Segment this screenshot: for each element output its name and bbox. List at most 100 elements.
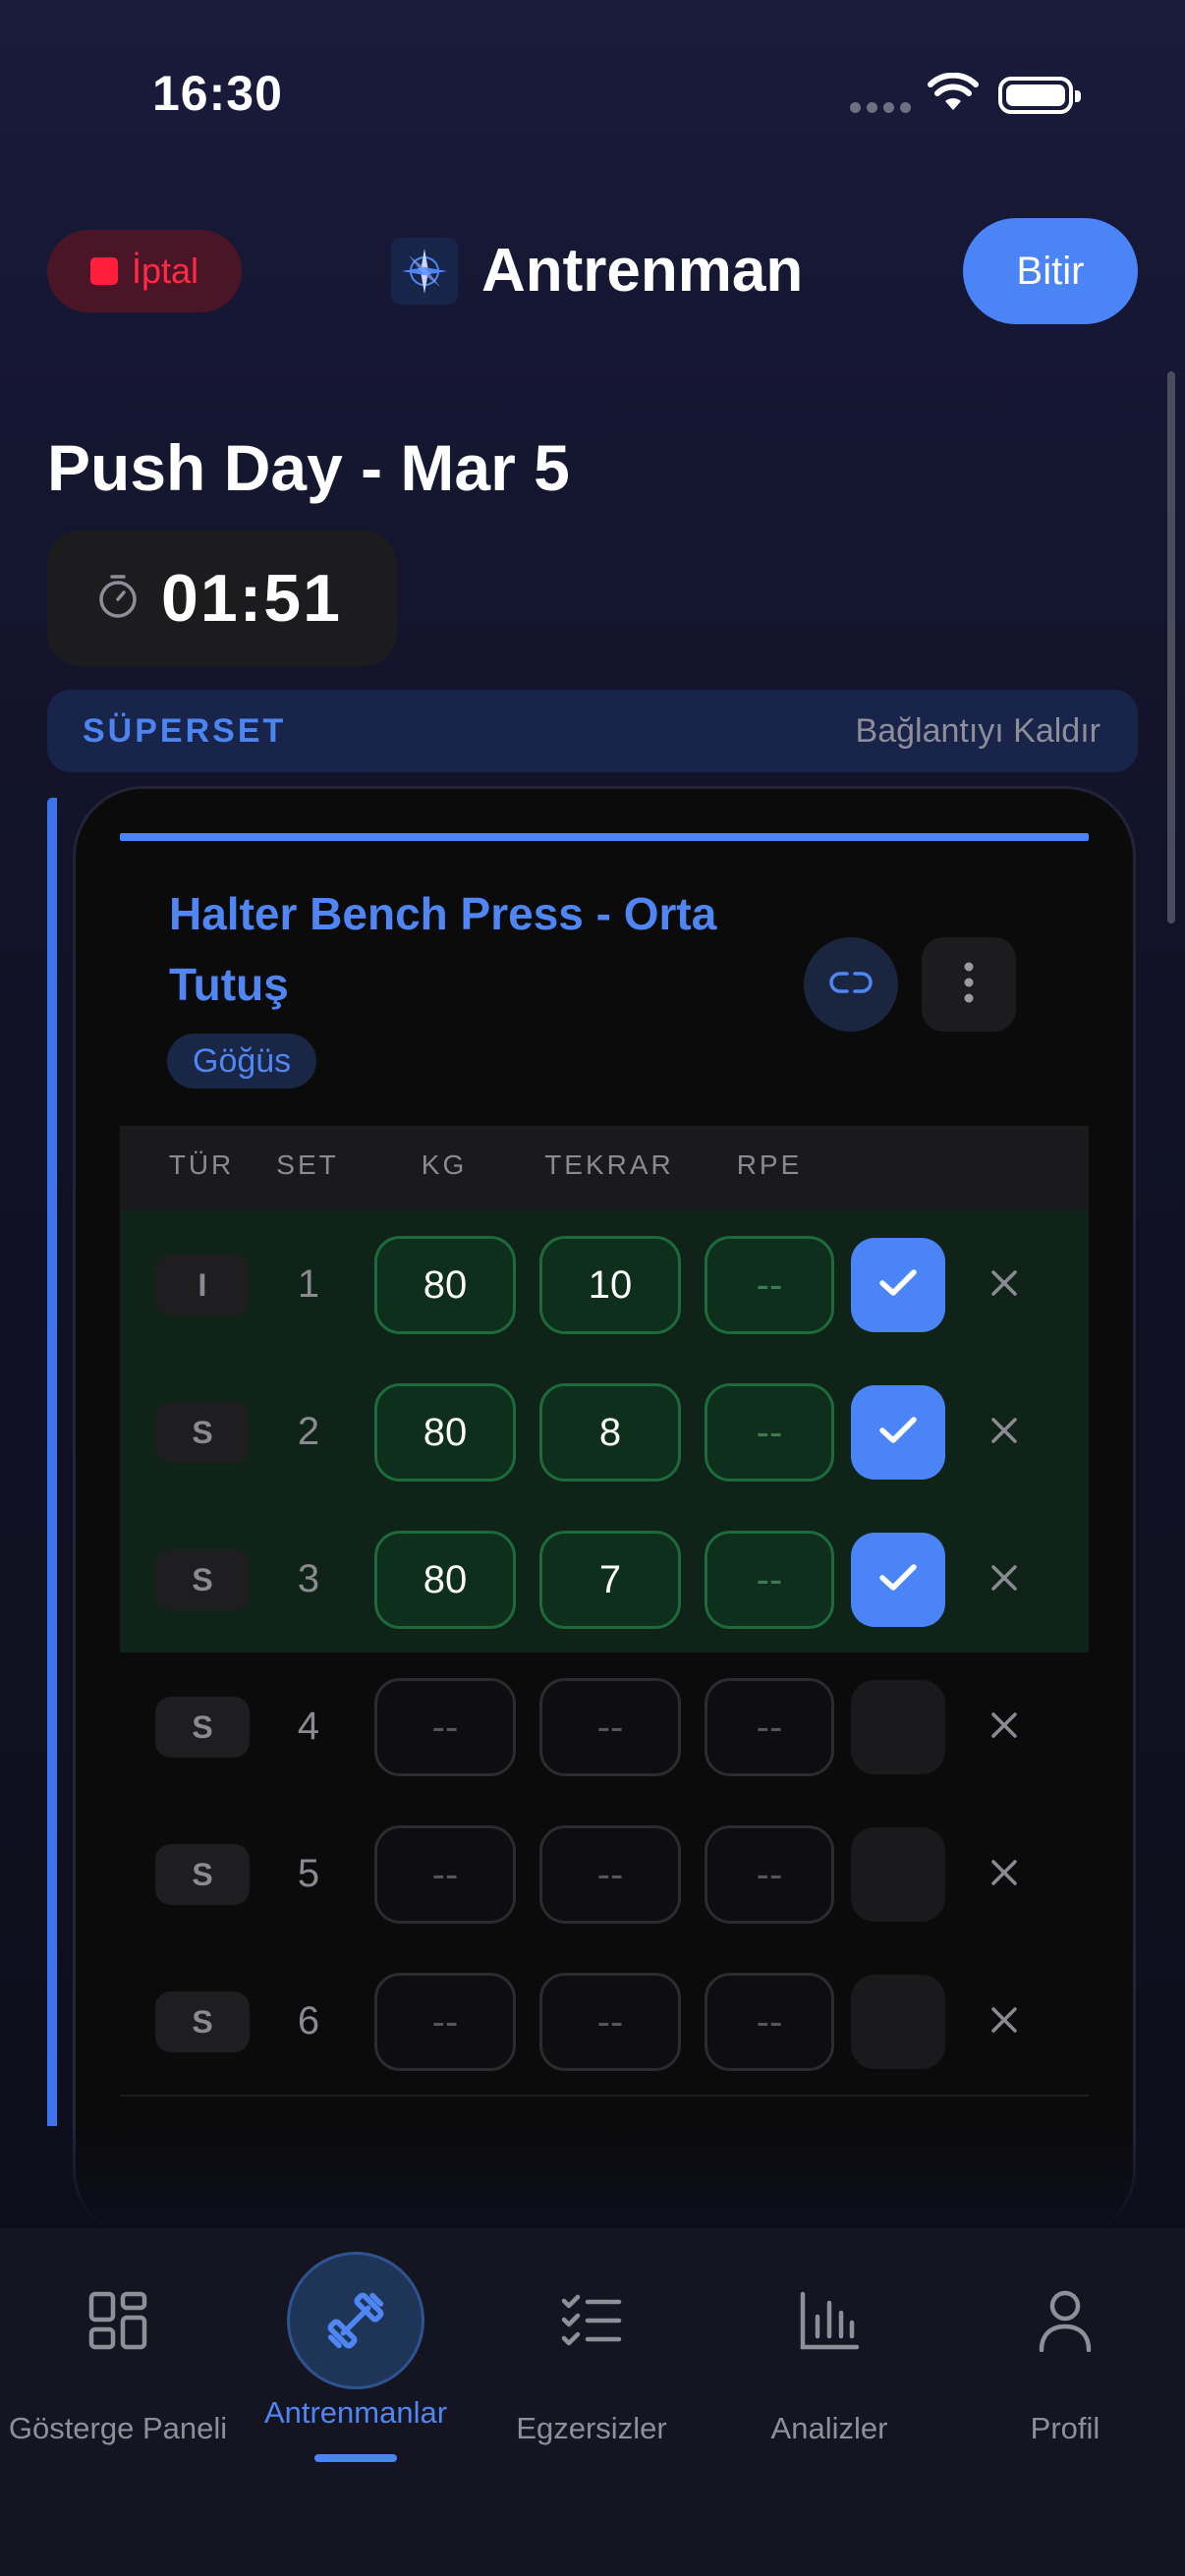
bar-chart-icon: [761, 2252, 898, 2389]
close-icon: [990, 1859, 1018, 1891]
timer-value: 01:51: [161, 561, 342, 636]
muscle-group-chip: Göğüs: [167, 1034, 317, 1089]
set-number: 3: [297, 1557, 320, 1600]
dashboard-icon: [49, 2252, 187, 2389]
complete-set-checkbox[interactable]: [851, 1533, 945, 1627]
unlink-button[interactable]: Bağlantıyı Kaldır: [856, 712, 1100, 751]
rpe-input[interactable]: --: [705, 1383, 834, 1482]
exercise-name[interactable]: Halter Bench Press - Orta Tutuş: [169, 878, 798, 1020]
battery-icon: [998, 77, 1081, 114]
tab-label: Antrenmanlar: [263, 2395, 448, 2430]
rpe-input[interactable]: --: [705, 1236, 834, 1334]
tab-label: Egzersizler: [516, 2411, 667, 2445]
kg-input[interactable]: --: [374, 1678, 516, 1776]
kg-input[interactable]: --: [374, 1973, 516, 2071]
cancel-button[interactable]: İptal: [47, 230, 242, 312]
nav-fade: [0, 2128, 1185, 2230]
app-logo-icon: [391, 238, 458, 305]
close-icon: [990, 2006, 1018, 2039]
column-reps: TEKRAR: [544, 1149, 674, 1180]
tab-label: Gösterge Paneli: [8, 2411, 228, 2445]
checklist-icon: [523, 2252, 660, 2389]
reps-input[interactable]: --: [539, 1973, 681, 2071]
reps-input[interactable]: --: [539, 1678, 681, 1776]
rpe-input[interactable]: --: [705, 1825, 834, 1924]
stop-icon: [89, 257, 118, 285]
tab-dashboard[interactable]: Gösterge Paneli: [0, 2252, 236, 2446]
delete-set-button[interactable]: [975, 1992, 1034, 2051]
column-type: TÜR: [168, 1149, 235, 1180]
status-time: 16:30: [152, 66, 283, 121]
kg-input[interactable]: 80: [374, 1236, 516, 1334]
set-type-chip[interactable]: S: [155, 1549, 250, 1610]
tab-workouts[interactable]: Antrenmanlar: [238, 2252, 474, 2431]
page-title: Antrenman: [481, 237, 804, 305]
complete-set-checkbox[interactable]: [851, 1238, 945, 1332]
set-type-chip[interactable]: S: [155, 1402, 250, 1463]
set-number: 5: [297, 1852, 320, 1895]
dumbbell-icon: [287, 2252, 424, 2389]
workout-timer: 01:51: [47, 531, 397, 666]
delete-set-button[interactable]: [975, 1256, 1034, 1315]
rpe-input[interactable]: --: [705, 1973, 834, 2071]
tab-analytics[interactable]: Analizler: [711, 2252, 947, 2446]
reps-input[interactable]: 7: [539, 1531, 681, 1629]
vertical-dots-icon: [963, 961, 975, 1009]
superset-header: SÜPERSET Bağlantıyı Kaldır: [47, 690, 1138, 772]
column-kg: KG: [421, 1149, 468, 1180]
set-number: 6: [297, 1999, 320, 2043]
kg-input[interactable]: --: [374, 1825, 516, 1924]
checkmark-icon: [878, 1563, 918, 1597]
reps-input[interactable]: --: [539, 1825, 681, 1924]
rpe-input[interactable]: --: [705, 1531, 834, 1629]
delete-set-button[interactable]: [975, 1845, 1034, 1904]
set-type-chip[interactable]: S: [155, 1697, 250, 1758]
divider: [120, 2095, 1089, 2097]
column-set: SET: [276, 1149, 339, 1180]
complete-set-checkbox[interactable]: [851, 1680, 945, 1774]
person-icon: [996, 2252, 1134, 2389]
set-type-chip[interactable]: S: [155, 1991, 250, 2052]
delete-set-button[interactable]: [975, 1403, 1034, 1462]
cancel-label: İptal: [131, 251, 199, 291]
set-number: 2: [297, 1410, 320, 1453]
delete-set-button[interactable]: [975, 1550, 1034, 1609]
superset-link-button[interactable]: [804, 937, 898, 1032]
superset-label: SÜPERSET: [83, 711, 287, 750]
set-type-chip[interactable]: S: [155, 1844, 250, 1905]
rpe-input[interactable]: --: [705, 1678, 834, 1776]
tab-profile[interactable]: Profil: [947, 2252, 1183, 2446]
card-accent-line: [120, 833, 1089, 841]
scrollbar[interactable]: [1167, 371, 1175, 924]
close-icon: [990, 1417, 1018, 1449]
close-icon: [990, 1269, 1018, 1302]
set-number: 1: [297, 1262, 320, 1306]
complete-set-checkbox[interactable]: [851, 1827, 945, 1922]
more-options-button[interactable]: [922, 937, 1016, 1032]
stopwatch-icon: [96, 573, 140, 625]
finish-button[interactable]: Bitir: [963, 218, 1138, 324]
cellular-signal-icon: [850, 102, 911, 113]
set-number: 4: [297, 1705, 320, 1748]
set-type-chip[interactable]: I: [155, 1255, 250, 1316]
tab-exercises[interactable]: Egzersizler: [474, 2252, 709, 2446]
checkmark-icon: [878, 1268, 918, 1303]
reps-input[interactable]: 8: [539, 1383, 681, 1482]
complete-set-checkbox[interactable]: [851, 1385, 945, 1480]
wifi-icon: [928, 72, 979, 117]
checkmark-icon: [878, 1416, 918, 1450]
superset-indicator: [47, 798, 57, 2126]
tab-label: Analizler: [770, 2411, 888, 2445]
workout-title: Push Day - Mar 5: [47, 431, 570, 504]
close-icon: [990, 1564, 1018, 1596]
tab-label: Profil: [1030, 2411, 1100, 2445]
link-icon: [829, 968, 873, 1002]
reps-input[interactable]: 10: [539, 1236, 681, 1334]
close-icon: [990, 1711, 1018, 1744]
delete-set-button[interactable]: [975, 1698, 1034, 1757]
kg-input[interactable]: 80: [374, 1531, 516, 1629]
column-rpe: RPE: [736, 1149, 803, 1180]
kg-input[interactable]: 80: [374, 1383, 516, 1482]
complete-set-checkbox[interactable]: [851, 1975, 945, 2069]
active-tab-indicator: [314, 2454, 397, 2462]
